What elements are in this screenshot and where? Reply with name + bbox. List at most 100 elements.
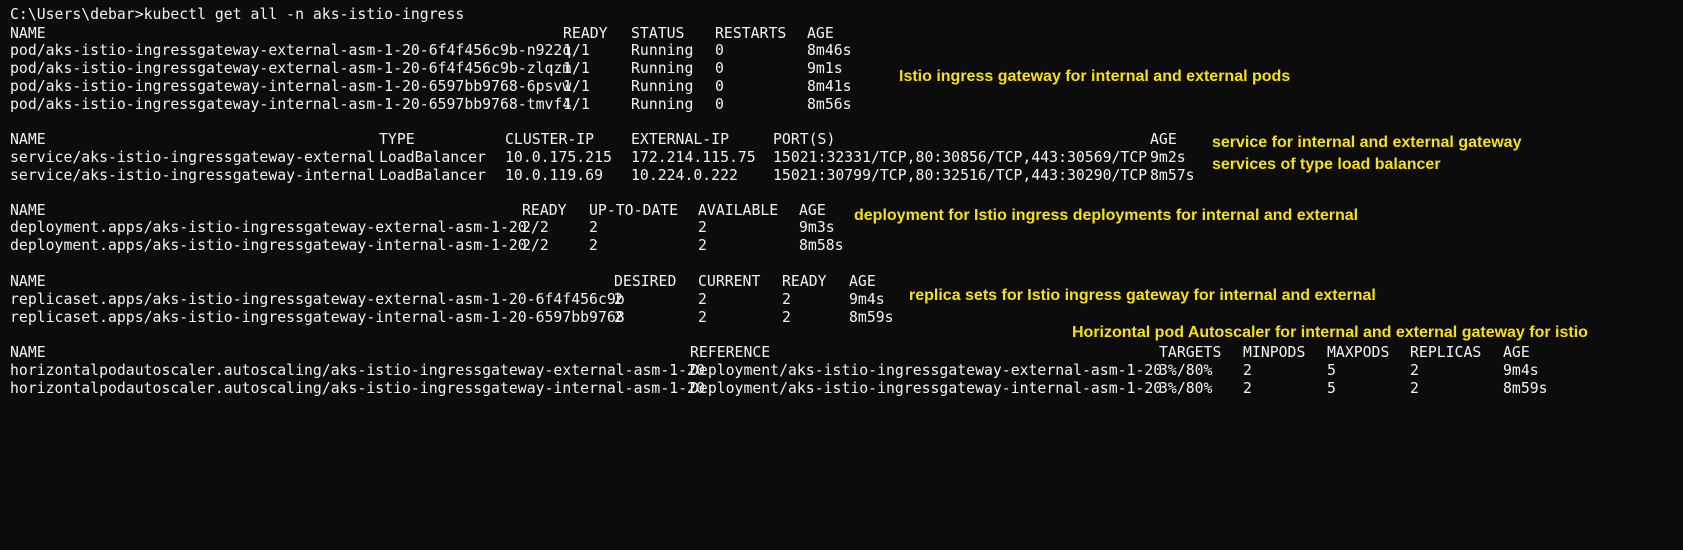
header-type: TYPE (379, 131, 415, 148)
service-type: LoadBalancer (379, 167, 486, 184)
header-targets: TARGETS (1159, 344, 1222, 361)
hpa-reference: Deployment/aks-istio-ingressgateway-inte… (690, 380, 1163, 397)
table-row: replicaset.apps/aks-istio-ingressgateway… (0, 290, 885, 309)
replicaset-age: 9m4s (849, 291, 885, 308)
pod-status: Running (631, 60, 694, 77)
pod-ready: 1/1 (563, 60, 590, 77)
replicaset-current: 2 (698, 291, 707, 308)
service-age: 9m2s (1150, 149, 1186, 166)
hpa-replicas: 2 (1410, 380, 1419, 397)
table-row: service/aks-istio-ingressgateway-interna… (0, 166, 1195, 185)
header-restarts: RESTARTS (715, 25, 787, 42)
table-row: pod/aks-istio-ingressgateway-internal-as… (0, 77, 852, 96)
hpa-name: horizontalpodautoscaler.autoscaling/aks-… (10, 362, 705, 379)
hpa-targets: 3%/80% (1159, 380, 1213, 397)
header-reference: REFERENCE (690, 344, 771, 361)
pod-status: Running (631, 42, 694, 59)
pod-restarts: 0 (715, 78, 724, 95)
pod-age: 8m41s (807, 78, 852, 95)
annotation-pods: Istio ingress gateway for internal and e… (899, 68, 1291, 85)
deployment-up-to-date: 2 (589, 237, 598, 254)
service-external-ip: 172.214.115.75 (631, 149, 756, 166)
deployment-name: deployment.apps/aks-istio-ingressgateway… (10, 237, 527, 254)
pod-name: pod/aks-istio-ingressgateway-internal-as… (10, 96, 572, 113)
header-age: AGE (1503, 344, 1530, 361)
replicaset-desired: 2 (614, 309, 623, 326)
annotation-replicasets: replica sets for Istio ingress gateway f… (909, 287, 1376, 304)
pod-ready: 1/1 (563, 78, 590, 95)
header-minpods: MINPODS (1243, 344, 1306, 361)
header-maxpods: MAXPODS (1327, 344, 1390, 361)
service-cluster-ip: 10.0.119.69 (505, 167, 603, 184)
replicaset-current: 2 (698, 309, 707, 326)
table-row: deployment.apps/aks-istio-ingressgateway… (0, 218, 835, 237)
annotation-services-line1: service for internal and external gatewa… (1212, 134, 1522, 151)
service-name: service/aks-istio-ingressgateway-interna… (10, 167, 376, 184)
hpa-name: horizontalpodautoscaler.autoscaling/aks-… (10, 380, 705, 397)
services-header-row: NAME TYPE CLUSTER-IP EXTERNAL-IP PORT(S)… (0, 130, 1177, 149)
deployment-available: 2 (698, 219, 707, 236)
pod-age: 8m56s (807, 96, 852, 113)
pod-age: 9m1s (807, 60, 843, 77)
deployment-available: 2 (698, 237, 707, 254)
hpa-maxpods: 5 (1327, 380, 1336, 397)
deployment-name: deployment.apps/aks-istio-ingressgateway… (10, 219, 527, 236)
deployment-ready: 2/2 (522, 237, 549, 254)
pod-age: 8m46s (807, 42, 852, 59)
service-name: service/aks-istio-ingressgateway-externa… (10, 149, 376, 166)
hpa-minpods: 2 (1243, 362, 1252, 379)
service-type: LoadBalancer (379, 149, 486, 166)
service-ports: 15021:32331/TCP,80:30856/TCP,443:30569/T… (773, 149, 1148, 166)
header-up-to-date: UP-TO-DATE (589, 202, 679, 219)
replicaset-ready: 2 (782, 309, 791, 326)
pod-ready: 1/1 (563, 96, 590, 113)
pod-restarts: 0 (715, 42, 724, 59)
pod-name: pod/aks-istio-ingressgateway-internal-as… (10, 78, 572, 95)
terminal-window[interactable]: C:\Users\debar>kubectl get all -n aks-is… (0, 0, 1683, 431)
header-replicas: REPLICAS (1410, 344, 1482, 361)
pod-restarts: 0 (715, 60, 724, 77)
hpa-minpods: 2 (1243, 380, 1252, 397)
header-name: NAME (10, 344, 46, 361)
table-row: replicaset.apps/aks-istio-ingressgateway… (0, 308, 894, 327)
deployment-age: 8m58s (799, 237, 844, 254)
replicaset-age: 8m59s (849, 309, 894, 326)
hpa-age: 9m4s (1503, 362, 1539, 379)
pod-status: Running (631, 96, 694, 113)
pod-ready: 1/1 (563, 42, 590, 59)
service-external-ip: 10.224.0.222 (631, 167, 738, 184)
header-ports: PORT(S) (773, 131, 836, 148)
header-current: CURRENT (698, 273, 761, 290)
pod-restarts: 0 (715, 96, 724, 113)
deployment-up-to-date: 2 (589, 219, 598, 236)
service-ports: 15021:30799/TCP,80:32516/TCP,443:30290/T… (773, 167, 1148, 184)
header-age: AGE (849, 273, 876, 290)
table-row: pod/aks-istio-ingressgateway-external-as… (0, 59, 843, 78)
header-name: NAME (10, 131, 46, 148)
header-name: NAME (10, 273, 46, 290)
annotation-deployments: deployment for Istio ingress deployments… (854, 207, 1359, 224)
header-age: AGE (1150, 131, 1177, 148)
hpa-maxpods: 5 (1327, 362, 1336, 379)
table-row: service/aks-istio-ingressgateway-externa… (0, 148, 1186, 167)
service-age: 8m57s (1150, 167, 1195, 184)
table-row: horizontalpodautoscaler.autoscaling/aks-… (0, 361, 1539, 380)
deployment-age: 9m3s (799, 219, 835, 236)
pod-name: pod/aks-istio-ingressgateway-external-as… (10, 42, 572, 59)
hpa-header-row: NAME REFERENCE TARGETS MINPODS MAXPODS R… (0, 343, 1530, 362)
header-ready: READY (782, 273, 827, 290)
deployment-ready: 2/2 (522, 219, 549, 236)
replicaset-desired: 2 (614, 291, 623, 308)
hpa-targets: 3%/80% (1159, 362, 1213, 379)
annotation-services-line2: services of type load balancer (1212, 156, 1441, 173)
service-cluster-ip: 10.0.175.215 (505, 149, 612, 166)
annotation-hpas: Horizontal pod Autoscaler for internal a… (1072, 324, 1588, 341)
table-row: deployment.apps/aks-istio-ingressgateway… (0, 236, 844, 255)
header-cluster-ip: CLUSTER-IP (505, 131, 595, 148)
table-row: pod/aks-istio-ingressgateway-internal-as… (0, 95, 852, 114)
replicaset-name: replicaset.apps/aks-istio-ingressgateway… (10, 309, 625, 326)
pod-status: Running (631, 78, 694, 95)
command-prompt-line: C:\Users\debar>kubectl get all -n aks-is… (10, 6, 465, 23)
hpa-reference: Deployment/aks-istio-ingressgateway-exte… (690, 362, 1163, 379)
table-row: pod/aks-istio-ingressgateway-external-as… (0, 41, 852, 60)
